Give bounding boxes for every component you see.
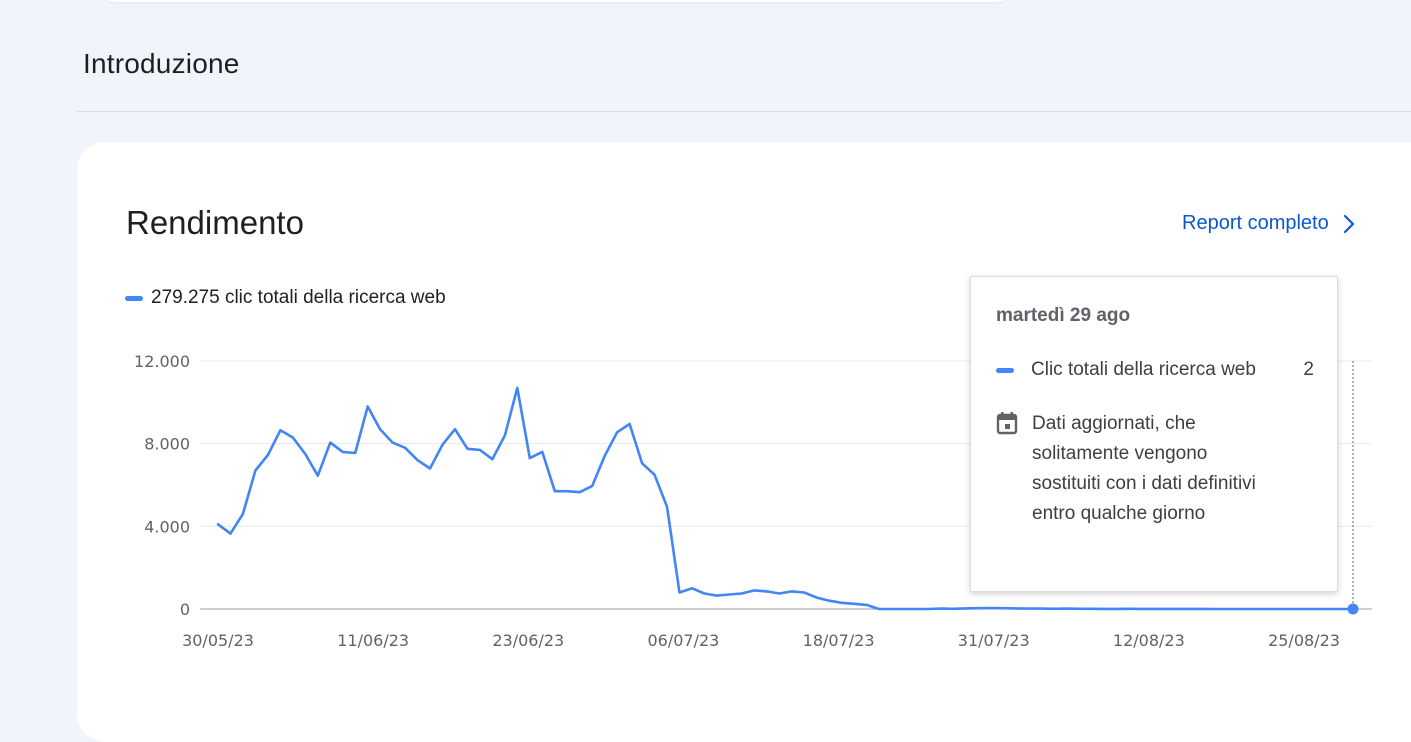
x-tick-label: 30/05/23	[182, 631, 254, 650]
x-tick-label: 11/06/23	[337, 631, 409, 650]
tooltip-series-row: Clic totali della ricerca web 2	[996, 359, 1316, 381]
tooltip-note-text: Dati aggiornati, che solitamente vengono…	[1032, 413, 1256, 524]
x-tick-label: 23/06/23	[492, 631, 564, 650]
tooltip-series-value: 2	[1303, 359, 1314, 380]
tooltip-series-swatch	[996, 367, 1014, 373]
tooltip-date: martedì 29 ago	[996, 305, 1131, 326]
highlight-point[interactable]	[1347, 603, 1359, 615]
x-tick-label: 25/08/23	[1268, 631, 1340, 650]
x-tick-label: 18/07/23	[803, 631, 875, 650]
y-tick-label: 8.000	[144, 435, 190, 454]
tooltip-note: Dati aggiornati, che solitamente vengono…	[996, 409, 1316, 529]
y-tick-label: 12.000	[134, 352, 190, 371]
x-tick-label: 12/08/23	[1113, 631, 1185, 650]
y-tick-label: 4.000	[144, 517, 190, 536]
x-tick-label: 06/07/23	[647, 631, 719, 650]
y-tick-label: 0	[180, 600, 190, 619]
chart-tooltip: martedì 29 ago Clic totali della ricerca…	[970, 276, 1338, 592]
x-tick-label: 31/07/23	[958, 631, 1030, 650]
tooltip-series-label: Clic totali della ricerca web	[1031, 359, 1256, 380]
calendar-icon	[996, 409, 1022, 529]
